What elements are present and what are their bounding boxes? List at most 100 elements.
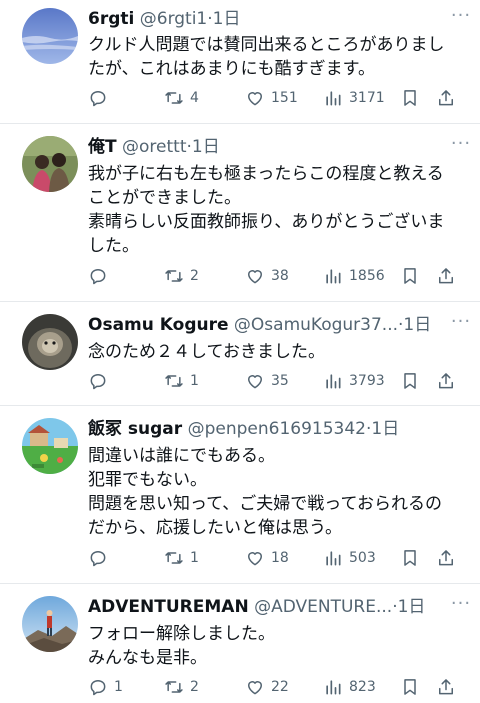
avatar[interactable] bbox=[22, 136, 78, 192]
reply-button[interactable] bbox=[88, 369, 114, 393]
tweet-1[interactable]: 6rgti @6rgti1·1日 ··· クルド人問題では賛同出来るところがあり… bbox=[0, 0, 480, 117]
bookmark-button[interactable] bbox=[400, 86, 420, 110]
avatar[interactable] bbox=[22, 418, 78, 474]
views-count: 1856 bbox=[349, 268, 385, 284]
retweet-button[interactable]: 2 bbox=[164, 264, 199, 288]
reply-icon bbox=[90, 551, 106, 567]
reply-button[interactable] bbox=[88, 264, 114, 288]
display-name[interactable]: ADVENTUREMAN bbox=[88, 597, 249, 617]
user-handle[interactable]: @OsamuKogur37... bbox=[234, 315, 398, 335]
avatar[interactable] bbox=[22, 596, 78, 652]
like-button[interactable]: 35 bbox=[245, 369, 289, 393]
heart-icon bbox=[248, 552, 262, 566]
display-name[interactable]: Osamu Kogure bbox=[88, 315, 229, 335]
tweet-3[interactable]: Osamu Kogure @OsamuKogur37...·1日 ··· 念のた… bbox=[0, 302, 480, 404]
user-handle[interactable]: @ADVENTURE... bbox=[254, 597, 392, 617]
like-count: 35 bbox=[271, 373, 289, 389]
tweet-2[interactable]: 俺T @orettt·1日 ··· 我が子に右も左も極まったらこの程度と教える … bbox=[0, 124, 480, 300]
user-handle[interactable]: @penpen616915342 bbox=[188, 419, 366, 439]
tweet-line: クルド人問題では賛同出来るところがありまし bbox=[88, 35, 445, 55]
tweet-line: たが、これはあまりにも酷すぎます。 bbox=[88, 59, 375, 79]
views-chart-icon bbox=[326, 551, 341, 566]
reply-button[interactable] bbox=[88, 86, 114, 110]
tweet-line: だから、応援したいと俺は思う。 bbox=[88, 518, 342, 538]
reply-button[interactable]: 1 bbox=[88, 675, 123, 699]
more-dots-icon[interactable]: ··· bbox=[450, 135, 472, 158]
reply-count: 1 bbox=[114, 679, 123, 695]
share-button[interactable] bbox=[436, 369, 456, 393]
more-dots-icon[interactable]: ··· bbox=[450, 595, 472, 618]
avatar[interactable] bbox=[22, 314, 78, 370]
share-button[interactable] bbox=[436, 675, 456, 699]
share-icon bbox=[439, 268, 453, 284]
display-name[interactable]: 6rgti bbox=[88, 9, 134, 29]
views-button[interactable]: 3793 bbox=[323, 369, 385, 393]
views-chart-icon bbox=[326, 374, 341, 389]
retweet-button[interactable]: 2 bbox=[164, 675, 199, 699]
bookmark-icon bbox=[404, 90, 416, 106]
more-dots-icon[interactable]: ··· bbox=[450, 7, 472, 30]
user-handle[interactable]: @orettt bbox=[122, 137, 186, 157]
share-button[interactable] bbox=[436, 264, 456, 288]
bookmark-icon bbox=[404, 268, 416, 284]
user-handle[interactable]: @6rgti1 bbox=[140, 9, 208, 29]
retweet-icon bbox=[165, 270, 183, 282]
like-count: 22 bbox=[271, 679, 289, 695]
views-button[interactable]: 823 bbox=[323, 675, 376, 699]
tweet-line: 素晴らしい反面教師振り、ありがとうございま bbox=[88, 212, 445, 232]
display-name[interactable]: 飯冢 sugar bbox=[88, 419, 182, 439]
bookmark-button[interactable] bbox=[400, 546, 420, 570]
action-bar: 1 35 3793 bbox=[88, 369, 458, 393]
display-name[interactable]: 俺T bbox=[88, 137, 117, 157]
share-button[interactable] bbox=[436, 546, 456, 570]
retweet-icon bbox=[165, 681, 183, 693]
views-chart-icon bbox=[326, 269, 341, 284]
avatar[interactable] bbox=[22, 8, 78, 64]
tweet-text: 間違いは誰にでもある。 犯罪でもない。 問題を思い知って、ご夫婦で戦っておられる… bbox=[88, 444, 468, 540]
timestamp[interactable]: ·1日 bbox=[398, 315, 431, 335]
bookmark-button[interactable] bbox=[400, 369, 420, 393]
retweet-button[interactable]: 1 bbox=[164, 369, 199, 393]
retweet-icon bbox=[165, 552, 183, 564]
views-button[interactable]: 3171 bbox=[323, 86, 385, 110]
like-button[interactable]: 151 bbox=[245, 86, 298, 110]
like-button[interactable]: 18 bbox=[245, 546, 289, 570]
share-icon bbox=[439, 90, 453, 106]
like-count: 151 bbox=[271, 90, 298, 106]
heart-icon bbox=[248, 681, 262, 695]
reply-icon bbox=[90, 374, 106, 390]
more-dots-icon[interactable]: ··· bbox=[450, 313, 472, 336]
views-button[interactable]: 1856 bbox=[323, 264, 385, 288]
reply-button[interactable] bbox=[88, 546, 114, 570]
action-bar: 2 38 1856 bbox=[88, 264, 458, 288]
views-chart-icon bbox=[326, 680, 341, 695]
timestamp[interactable]: ·1日 bbox=[392, 597, 425, 617]
timestamp[interactable]: ·1日 bbox=[207, 9, 240, 29]
retweet-count: 2 bbox=[190, 679, 199, 695]
share-button[interactable] bbox=[436, 86, 456, 110]
tweet-line: 間違いは誰にでもある。 bbox=[88, 446, 275, 466]
retweet-icon bbox=[165, 375, 183, 387]
views-count: 3793 bbox=[349, 373, 385, 389]
timestamp[interactable]: ·1日 bbox=[366, 419, 399, 439]
tweet-line: フォロー解除しました。 bbox=[88, 624, 275, 644]
tweet-line: 犯罪でもない。 bbox=[88, 470, 207, 490]
like-button[interactable]: 38 bbox=[245, 264, 289, 288]
tweet-text: 我が子に右も左も極まったらこの程度と教える ことができました。 素晴らしい反面教… bbox=[88, 162, 468, 258]
bookmark-button[interactable] bbox=[400, 264, 420, 288]
retweet-button[interactable]: 1 bbox=[164, 546, 199, 570]
share-icon bbox=[439, 550, 453, 566]
views-button[interactable]: 503 bbox=[323, 546, 376, 570]
tweet-text: 念のため２４しておきました。 bbox=[88, 340, 468, 364]
like-count: 18 bbox=[271, 550, 289, 566]
timestamp[interactable]: ·1日 bbox=[187, 137, 220, 157]
tweet-5[interactable]: ADVENTUREMAN @ADVENTURE...·1日 ··· フォロー解除… bbox=[0, 584, 480, 703]
like-button[interactable]: 22 bbox=[245, 675, 289, 699]
action-bar: 4 151 3171 bbox=[88, 86, 458, 110]
tweet-4[interactable]: 飯冢 sugar @penpen616915342·1日 間違いは誰にでもある。… bbox=[0, 406, 480, 582]
views-chart-icon bbox=[326, 91, 341, 106]
tweet-header: 飯冢 sugar @penpen616915342·1日 bbox=[88, 416, 450, 442]
retweet-button[interactable]: 4 bbox=[164, 86, 199, 110]
share-icon bbox=[439, 373, 453, 389]
bookmark-button[interactable] bbox=[400, 675, 420, 699]
